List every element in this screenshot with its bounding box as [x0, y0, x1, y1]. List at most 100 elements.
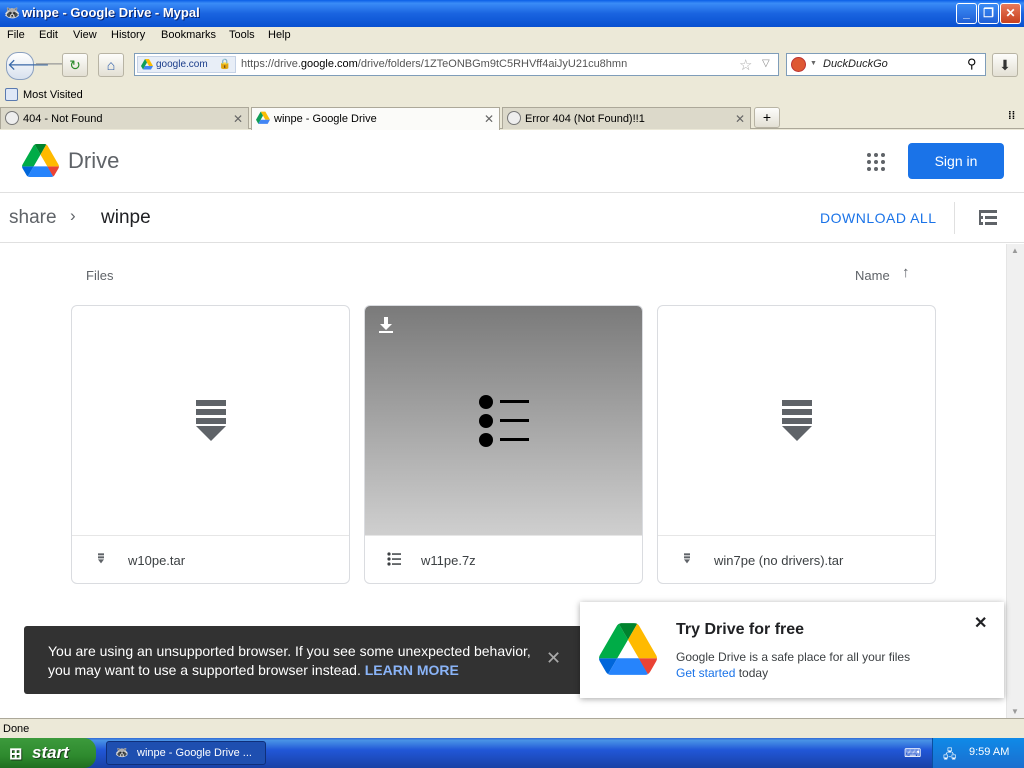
clock[interactable]: 9:59 AM	[969, 746, 1009, 758]
site-identity-label: google.com	[156, 59, 208, 70]
promo-text: Google Drive is a safe place for all you…	[676, 650, 911, 664]
download-all-button[interactable]: DOWNLOAD ALL	[820, 210, 936, 226]
google-drive-favicon	[141, 59, 153, 70]
sign-in-button[interactable]: Sign in	[908, 143, 1004, 179]
learn-more-link[interactable]: LEARN MORE	[365, 662, 459, 678]
search-bar[interactable]: ▼ DuckDuckGo ⚲	[786, 53, 986, 76]
mypal-app-icon: 🦝	[4, 5, 21, 20]
url-prefix: https://drive.	[241, 58, 301, 70]
menu-history[interactable]: History	[111, 29, 145, 41]
globe-icon	[5, 111, 19, 125]
google-drive-favicon	[256, 111, 270, 124]
menu-view[interactable]: View	[73, 29, 97, 41]
url-bar[interactable]: google.com 🔒 https://drive.google.com/dr…	[134, 53, 779, 76]
promo-cta-suffix: today	[738, 666, 769, 680]
forward-button[interactable]: 🡒	[34, 54, 77, 78]
google-drive-logo	[599, 623, 657, 675]
url-domain: google.com	[300, 58, 358, 70]
duckduckgo-icon[interactable]	[791, 57, 806, 72]
scroll-down-icon[interactable]: ▼	[1011, 707, 1019, 716]
get-started-link[interactable]: Get started	[676, 666, 735, 680]
bookmarks-toolbar: Most Visited	[0, 85, 1024, 105]
restore-button[interactable]: ❐	[978, 3, 999, 24]
file-card-footer: win7pe (no drivers).tar	[658, 535, 935, 583]
new-tab-button[interactable]: +	[754, 107, 780, 128]
file-card-w11pe[interactable]: w11pe.7z	[364, 305, 643, 584]
window-title: winpe - Google Drive - Mypal	[22, 5, 200, 20]
apps-grid-icon[interactable]	[866, 152, 886, 172]
breadcrumb-winpe: winpe	[101, 207, 151, 228]
tab-404-not-found[interactable]: 404 - Not Found ✕	[0, 107, 249, 129]
engine-dropdown-icon[interactable]: ▼	[810, 60, 817, 67]
taskbar-item-mypal[interactable]: 🦝 winpe - Google Drive ...	[106, 741, 266, 765]
url-dropdown-icon[interactable]: ▽	[762, 58, 770, 69]
close-tab-icon[interactable]: ✕	[233, 112, 243, 126]
breadcrumb: share › winpe DOWNLOAD ALL	[0, 194, 1024, 243]
home-button[interactable]: ⌂	[98, 53, 124, 77]
reload-button[interactable]: ↻	[62, 53, 88, 77]
tab-label: Error 404 (Not Found)!!1	[525, 113, 645, 125]
files-section-label: Files	[86, 268, 114, 283]
archive-icon	[782, 400, 812, 441]
downloads-button[interactable]: ⬇	[992, 53, 1018, 77]
back-button[interactable]: 🡐	[6, 52, 50, 80]
file-card-footer: w10pe.tar	[72, 535, 349, 583]
windows-taskbar: ⊞ start 🦝 winpe - Google Drive ... ⌨ 🖧 9…	[0, 738, 1024, 768]
file-card-w10pe[interactable]: w10pe.tar	[71, 305, 350, 584]
breadcrumb-share[interactable]: share	[9, 207, 57, 229]
drive-brand-label[interactable]: Drive	[68, 148, 119, 174]
header-divider	[954, 202, 955, 234]
site-identity[interactable]: google.com 🔒	[137, 56, 236, 73]
close-tab-icon[interactable]: ✕	[735, 112, 745, 126]
bookmark-star-icon[interactable]: ☆	[739, 56, 752, 74]
most-visited-icon	[5, 88, 18, 101]
globe-icon	[507, 111, 521, 125]
download-icon[interactable]	[378, 317, 394, 333]
web-page: Drive Sign in share › winpe DOWNLOAD ALL…	[0, 130, 1024, 718]
home-icon: ⌂	[106, 57, 116, 73]
file-card-win7pe[interactable]: win7pe (no drivers).tar	[657, 305, 936, 584]
menu-help[interactable]: Help	[268, 29, 291, 41]
minimize-button[interactable]: _	[956, 3, 977, 24]
most-visited-bookmark[interactable]: Most Visited	[23, 89, 83, 101]
tab-error-404[interactable]: Error 404 (Not Found)!!1 ✕	[502, 107, 751, 129]
archive-icon	[684, 553, 690, 564]
search-icon[interactable]: ⚲	[967, 56, 977, 72]
menu-bookmarks[interactable]: Bookmarks	[161, 29, 216, 41]
menu-file[interactable]: File	[7, 29, 25, 41]
page-scrollbar[interactable]: ▲ ▼	[1006, 244, 1024, 718]
try-drive-promo: Try Drive for free Google Drive is a saf…	[580, 602, 1004, 698]
download-arrow-icon: ⬇	[999, 57, 1011, 73]
window-titlebar: 🦝 winpe - Google Drive - Mypal _ ❐ ✕	[0, 0, 1024, 27]
list-icon	[387, 552, 401, 566]
promo-title: Try Drive for free	[676, 621, 805, 638]
start-button[interactable]: ⊞ start	[0, 738, 96, 768]
file-thumbnail	[658, 306, 935, 535]
plus-icon: +	[762, 109, 772, 125]
url-text[interactable]: https://drive.google.com/drive/folders/1…	[241, 58, 627, 70]
windows-flag-icon: ⊞	[9, 746, 23, 763]
taskbar-item-label: winpe - Google Drive ...	[137, 747, 252, 759]
network-icon[interactable]: 🖧	[943, 745, 956, 766]
scroll-up-icon[interactable]: ▲	[1011, 246, 1019, 255]
menu-tools[interactable]: Tools	[229, 29, 255, 41]
close-tab-icon[interactable]: ✕	[484, 112, 494, 126]
promo-body: Google Drive is a safe place for all you…	[676, 649, 910, 681]
google-drive-logo[interactable]	[22, 144, 59, 177]
keyboard-icon[interactable]: ⌨	[904, 746, 921, 760]
file-thumbnail	[365, 306, 642, 535]
arrow-up-icon[interactable]: ↑	[902, 264, 910, 281]
tab-winpe-google-drive[interactable]: winpe - Google Drive ✕	[251, 107, 500, 130]
tab-list-icon[interactable]: ⁞⁞	[1008, 110, 1015, 122]
close-window-button[interactable]: ✕	[1000, 3, 1021, 24]
close-toast-icon[interactable]: ✕	[546, 648, 561, 669]
close-promo-icon[interactable]: ✕	[974, 613, 987, 633]
search-placeholder: DuckDuckGo	[823, 58, 888, 70]
sort-by-name[interactable]: Name	[855, 268, 890, 283]
list-view-icon[interactable]	[979, 210, 997, 225]
apps-grid-svg	[867, 153, 885, 171]
menu-edit[interactable]: Edit	[39, 29, 58, 41]
file-card-footer: w11pe.7z	[365, 535, 642, 583]
file-thumbnail	[72, 306, 349, 535]
archive-icon	[196, 400, 226, 441]
